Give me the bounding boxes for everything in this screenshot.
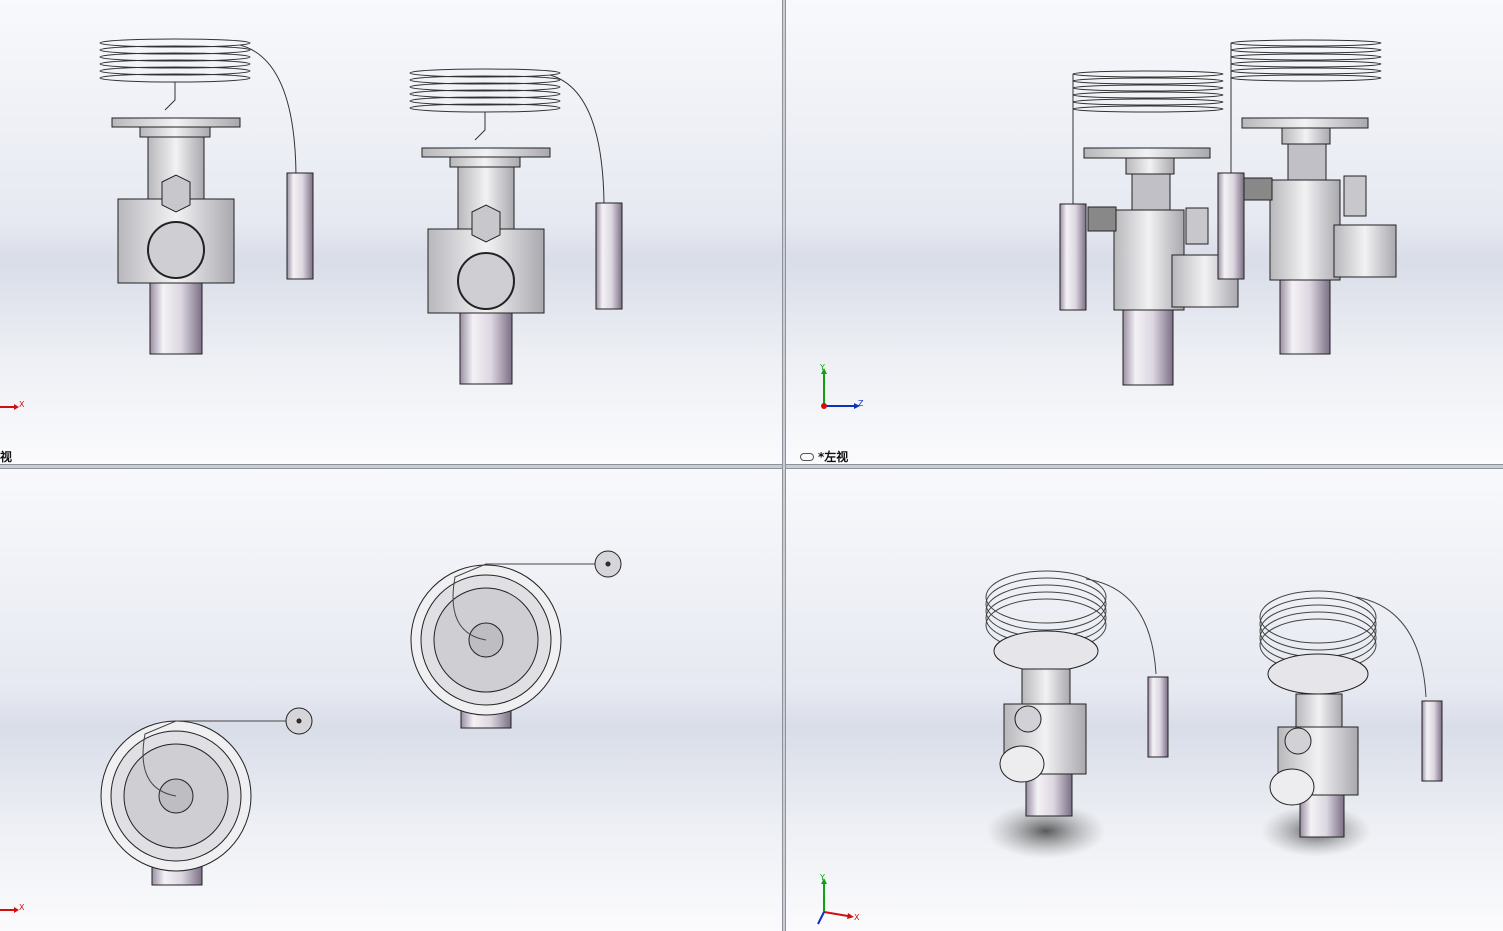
viewport-isometric[interactable]: Y X (786, 469, 1503, 931)
view-name: *左视 (818, 450, 849, 464)
coordinate-triad: Y Z (816, 362, 866, 418)
coordinate-triad: X (0, 398, 30, 417)
coordinate-triad: Y X (816, 872, 866, 931)
y-axis-label: Y (819, 873, 825, 882)
coordinate-triad: X (0, 901, 30, 920)
top-view-model (100, 550, 622, 886)
isometric-view-model (985, 570, 1443, 859)
expansion-valve-1-side (1059, 70, 1239, 386)
viewport-front[interactable]: X 视 (0, 0, 782, 464)
view-label: *左视 (800, 448, 848, 464)
view-name: 视 (0, 450, 13, 464)
expansion-valve-2-top (410, 550, 622, 729)
vertical-splitter[interactable] (782, 0, 786, 931)
left-view-model (1059, 39, 1397, 386)
view-label: 视 (0, 448, 12, 464)
x-axis-label: X (19, 903, 25, 912)
expansion-valve-1-iso (985, 570, 1169, 817)
x-axis-label: X (854, 913, 860, 922)
z-axis-label: Z (858, 399, 864, 408)
expansion-valve-1-top (100, 707, 313, 886)
expansion-valve-2-side (1217, 39, 1397, 355)
front-view-model (99, 38, 623, 385)
expansion-valve-2-iso (1259, 590, 1443, 838)
expansion-valve-1 (99, 38, 314, 355)
horizontal-splitter[interactable] (0, 464, 1503, 469)
x-axis-label: X (19, 400, 25, 409)
viewport-left[interactable]: Y Z *左视 (786, 0, 1503, 464)
expansion-valve-2 (409, 68, 623, 385)
y-axis-label: Y (819, 363, 825, 372)
link-view-icon[interactable] (800, 452, 814, 461)
viewport-top[interactable]: X (0, 469, 782, 931)
